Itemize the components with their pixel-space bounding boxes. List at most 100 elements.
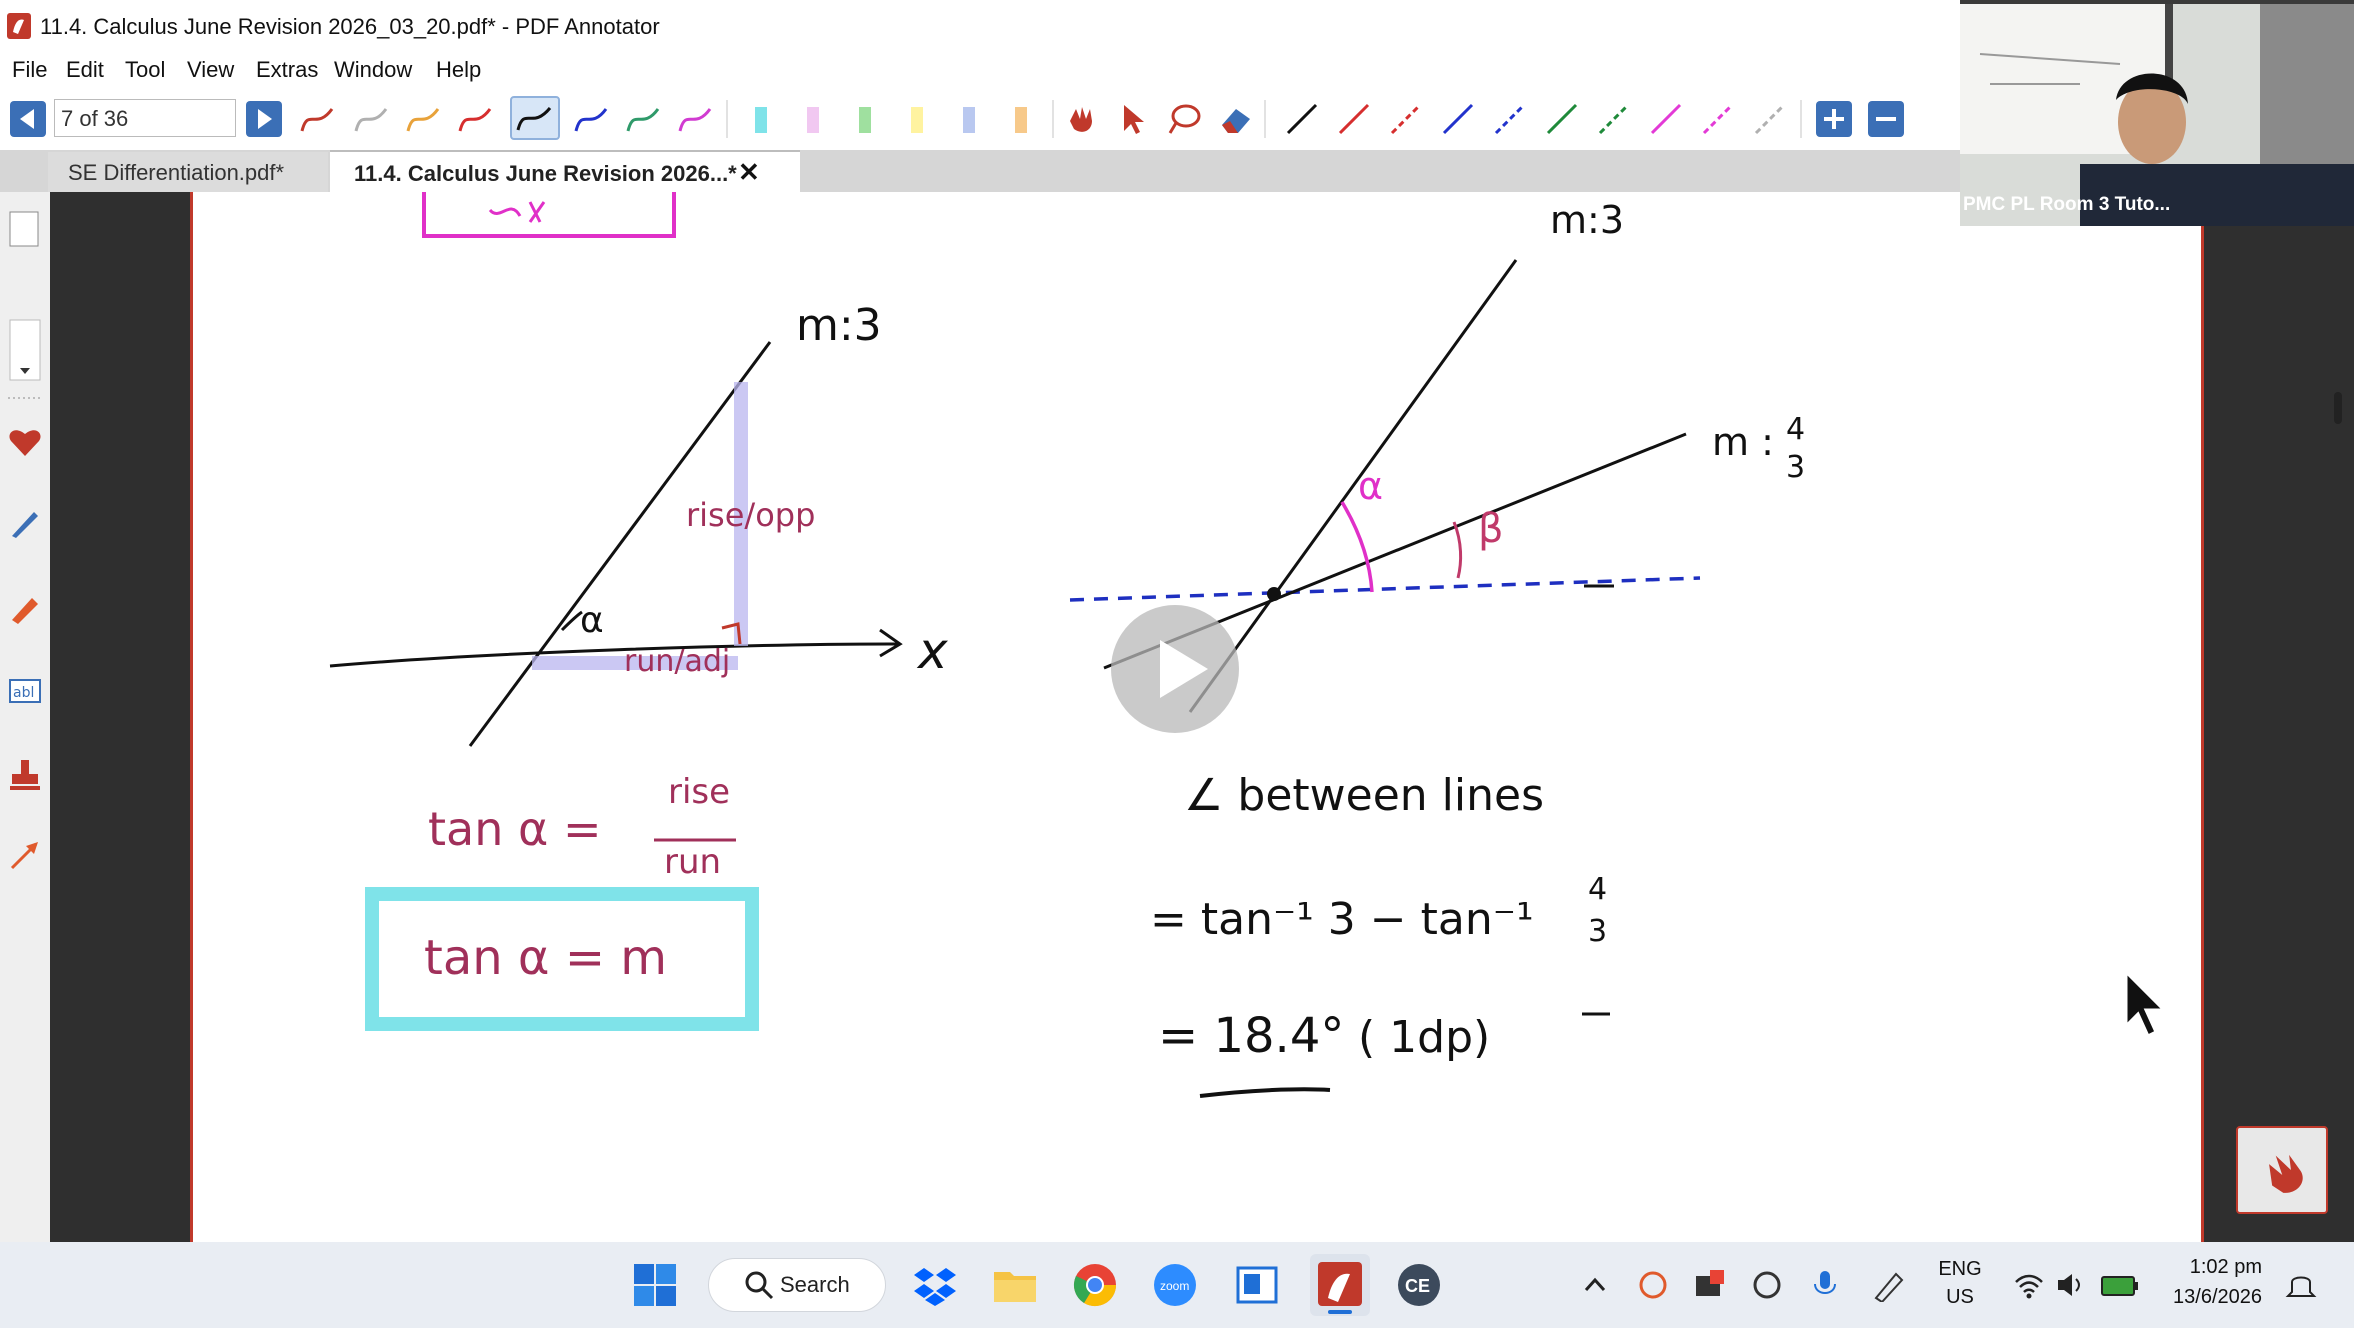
highlighter-4[interactable]: [898, 101, 938, 137]
select-tool-button[interactable]: [1114, 101, 1154, 137]
answer-value: = 18.4°: [1158, 1008, 1345, 1064]
start-button[interactable]: [632, 1262, 678, 1313]
zoom-out-button[interactable]: [1868, 101, 1904, 137]
line-tool-5[interactable]: [1646, 101, 1686, 137]
vertical-scrollbar-thumb[interactable]: [2334, 392, 2342, 424]
tray-wifi[interactable]: [2012, 1268, 2046, 1307]
line-tool-4[interactable]: [1542, 101, 1582, 137]
taskbar-chrome[interactable]: [1072, 1262, 1118, 1313]
pen-tool-2[interactable]: [352, 101, 392, 137]
menu-file[interactable]: File: [12, 57, 47, 83]
beta-arc: [1452, 521, 1463, 579]
svg-text:CE: CE: [1405, 1276, 1430, 1296]
toolbar-separator: [726, 100, 728, 138]
marker-panel-button[interactable]: [8, 590, 42, 629]
next-page-button[interactable]: [246, 101, 282, 137]
highlighter-1[interactable]: [742, 101, 782, 137]
menu-window[interactable]: Window: [334, 57, 412, 83]
favorites-heart-button[interactable]: [8, 426, 42, 463]
highlighter-3[interactable]: [846, 101, 886, 137]
taskbar-whiteboard-app[interactable]: [1234, 1262, 1280, 1313]
language-indicator-line2[interactable]: US: [1930, 1286, 1990, 1309]
dashed-line-tool-2[interactable]: [1490, 101, 1530, 137]
dashed-line-tool-3[interactable]: [1594, 101, 1634, 137]
pen-tool-4[interactable]: [456, 101, 496, 137]
dashed-horizontal-line: [1069, 576, 1701, 602]
prev-page-icon: [10, 101, 46, 137]
cloud-status-icon: [1753, 1271, 1781, 1299]
pen-tool-3[interactable]: [404, 101, 444, 137]
menu-tool[interactable]: Tool: [125, 57, 165, 83]
line-tool-3[interactable]: [1438, 101, 1478, 137]
tray-volume[interactable]: [2054, 1268, 2088, 1307]
prev-page-button[interactable]: [10, 101, 46, 137]
label-m-right-lower: m :: [1712, 420, 1774, 464]
hand-tool-button[interactable]: [1062, 101, 1102, 137]
tab-close-button[interactable]: ✕: [738, 157, 760, 188]
pen-tool-6[interactable]: [572, 101, 612, 137]
menu-edit[interactable]: Edit: [66, 57, 104, 83]
highlighter-icon: [755, 107, 767, 133]
tray-overflow-chevron[interactable]: [1580, 1270, 1610, 1305]
pdf-annotator-app-icon: [6, 12, 32, 40]
menu-extras[interactable]: Extras: [256, 57, 318, 83]
taskbar-clock-time[interactable]: 1:02 pm: [2162, 1256, 2262, 1279]
taskbar-pdf-annotator-active[interactable]: [1310, 1254, 1370, 1316]
zoom-icon: zoom: [1154, 1264, 1196, 1306]
language-indicator-line1[interactable]: ENG: [1930, 1258, 1990, 1281]
eraser-icon: [1222, 109, 1250, 133]
dashed-line-tool-5[interactable]: [1750, 101, 1790, 137]
highlighter-icon: [859, 107, 871, 133]
tray-app[interactable]: [1692, 1268, 1726, 1307]
highlighter-2[interactable]: [794, 101, 834, 137]
document-gutter-right: [2204, 192, 2354, 1242]
tab-calculus-june-revision[interactable]: 11.4. Calculus June Revision 2026...*: [330, 150, 800, 192]
dashed-line-tool-1[interactable]: [1386, 101, 1426, 137]
stamp-panel-button[interactable]: [8, 758, 42, 797]
raise-hand-button[interactable]: [2236, 1126, 2328, 1214]
taskbar-dropbox[interactable]: [912, 1262, 958, 1313]
eraser-tool-button[interactable]: [1216, 101, 1256, 137]
tray-microphone[interactable]: [1808, 1268, 1842, 1307]
page-number-input[interactable]: 7 of 36: [54, 99, 236, 137]
line-tool-1[interactable]: [1282, 101, 1322, 137]
eq2-frac-denominator: 3: [1588, 914, 1608, 949]
pen-icon: [354, 108, 388, 132]
taskbar-clock-date[interactable]: 13/6/2026: [2152, 1286, 2262, 1309]
tray-sync[interactable]: [1636, 1268, 1670, 1307]
line-icon: [1286, 103, 1318, 135]
taskbar-ce-app[interactable]: CE: [1396, 1262, 1442, 1313]
zoom-in-button[interactable]: [1816, 101, 1852, 137]
tray-network-status[interactable]: [1750, 1268, 1784, 1307]
video-play-button[interactable]: [1110, 604, 1240, 739]
menu-view[interactable]: View: [187, 57, 234, 83]
tab-se-differentiation[interactable]: SE Differentiation.pdf*: [48, 152, 328, 192]
tray-notifications[interactable]: [2284, 1268, 2318, 1307]
line-tool-2[interactable]: [1334, 101, 1374, 137]
windows-logo-icon: [634, 1264, 676, 1306]
menu-help[interactable]: Help: [436, 57, 481, 83]
pen-icon: [626, 108, 660, 132]
pen-tool-7[interactable]: [624, 101, 664, 137]
taskbar-zoom[interactable]: zoom: [1152, 1262, 1198, 1313]
pen-panel-button[interactable]: [8, 506, 42, 545]
label-m3-right: m:3: [1550, 198, 1624, 242]
tray-pen[interactable]: [1872, 1268, 1906, 1307]
arrow-panel-button[interactable]: [8, 838, 42, 877]
eq1-lhs: tan α =: [428, 802, 602, 856]
microphone-icon: [1814, 1271, 1836, 1294]
pen-tool-1[interactable]: [298, 101, 338, 137]
webcam-video-tile[interactable]: [1960, 4, 2354, 226]
pen-tool-5-selected[interactable]: [510, 96, 560, 140]
label-alpha-right: α: [1358, 464, 1384, 508]
tray-app-icon: [1696, 1270, 1724, 1296]
lasso-tool-button[interactable]: [1164, 101, 1204, 137]
highlighter-6[interactable]: [1002, 101, 1042, 137]
taskbar-file-explorer[interactable]: [992, 1262, 1038, 1313]
textbox-panel-button[interactable]: abl: [8, 676, 42, 711]
highlighter-5[interactable]: [950, 101, 990, 137]
speaker-icon: [2058, 1274, 2080, 1296]
pen-tool-8[interactable]: [676, 101, 716, 137]
dashed-line-tool-4[interactable]: [1698, 101, 1738, 137]
tray-battery[interactable]: [2100, 1268, 2140, 1307]
